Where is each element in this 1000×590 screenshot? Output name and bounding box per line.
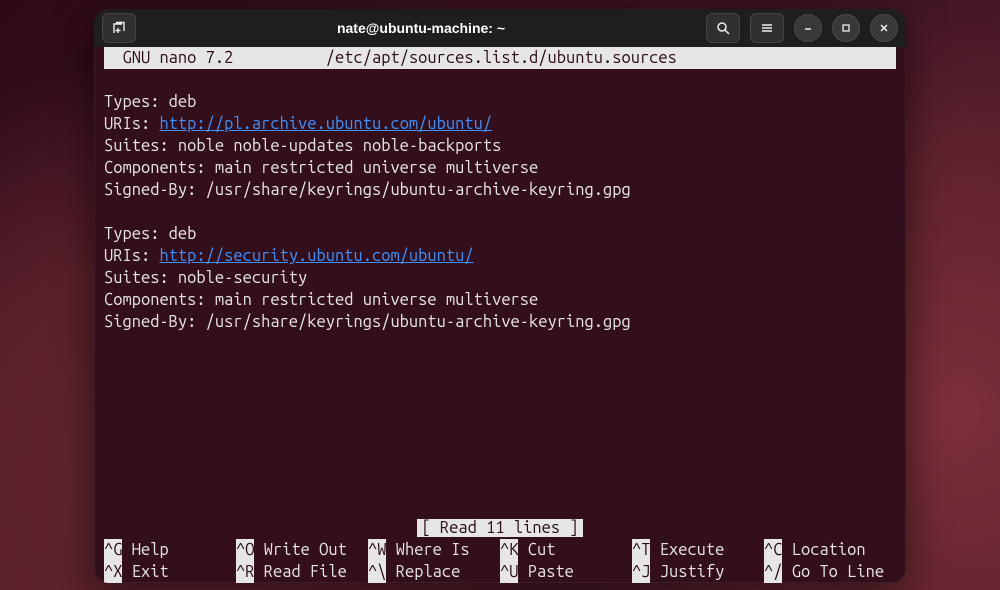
- shortcut-paste: ^U Paste: [500, 561, 632, 583]
- shortcut-help: ^G Help: [104, 539, 236, 561]
- nano-app: GNU nano 7.2: [104, 49, 233, 67]
- line-uris-label-1: URIs:: [104, 115, 159, 133]
- terminal-window: nate@ubuntu-machine: ~ GNU nano 7.2 /etc…: [94, 9, 906, 583]
- line-signed-1: Signed-By: /usr/share/keyrings/ubuntu-ar…: [104, 181, 631, 199]
- nano-status: [ Read 11 lines ]: [94, 517, 906, 539]
- window-title: nate@ubuntu-machine: ~: [144, 20, 698, 36]
- minimize-button[interactable]: [794, 14, 822, 42]
- line-suites-2: Suites: noble-security: [104, 269, 307, 287]
- line-suites-1: Suites: noble noble-updates noble-backpo…: [104, 137, 501, 155]
- line-uris-label-2: URIs:: [104, 247, 159, 265]
- uri-link-1[interactable]: http://pl.archive.ubuntu.com/ubuntu/: [159, 115, 492, 133]
- terminal-area[interactable]: GNU nano 7.2 /etc/apt/sources.list.d/ubu…: [94, 47, 906, 583]
- maximize-button[interactable]: [832, 14, 860, 42]
- new-tab-button[interactable]: [102, 13, 136, 43]
- close-button[interactable]: [870, 14, 898, 42]
- shortcut-cut: ^K Cut: [500, 539, 632, 561]
- shortcut-exit: ^X Exit: [104, 561, 236, 583]
- nano-shortcuts: ^G Help ^O Write Out ^W Where Is ^K Cut …: [104, 539, 896, 583]
- line-types-1: Types: deb: [104, 93, 196, 111]
- shortcut-gotoline: ^/ Go To Line: [764, 561, 896, 583]
- shortcut-justify: ^J Justify: [632, 561, 764, 583]
- shortcut-location: ^C Location: [764, 539, 896, 561]
- line-types-2: Types: deb: [104, 225, 196, 243]
- uri-link-2[interactable]: http://security.ubuntu.com/ubuntu/: [159, 247, 473, 265]
- shortcut-execute: ^T Execute: [632, 539, 764, 561]
- line-components-1: Components: main restricted universe mul…: [104, 159, 538, 177]
- shortcut-writeout: ^O Write Out: [236, 539, 368, 561]
- search-button[interactable]: [706, 13, 740, 43]
- line-signed-2: Signed-By: /usr/share/keyrings/ubuntu-ar…: [104, 313, 631, 331]
- shortcut-replace: ^\ Replace: [368, 561, 500, 583]
- nano-header: GNU nano 7.2 /etc/apt/sources.list.d/ubu…: [104, 47, 896, 69]
- editor-content[interactable]: Types: deb URIs: http://pl.archive.ubunt…: [94, 69, 906, 333]
- nano-file: /etc/apt/sources.list.d/ubuntu.sources: [326, 49, 677, 67]
- titlebar: nate@ubuntu-machine: ~: [94, 9, 906, 47]
- line-components-2: Components: main restricted universe mul…: [104, 291, 538, 309]
- shortcut-readfile: ^R Read File: [236, 561, 368, 583]
- menu-button[interactable]: [750, 13, 784, 43]
- shortcut-whereis: ^W Where Is: [368, 539, 500, 561]
